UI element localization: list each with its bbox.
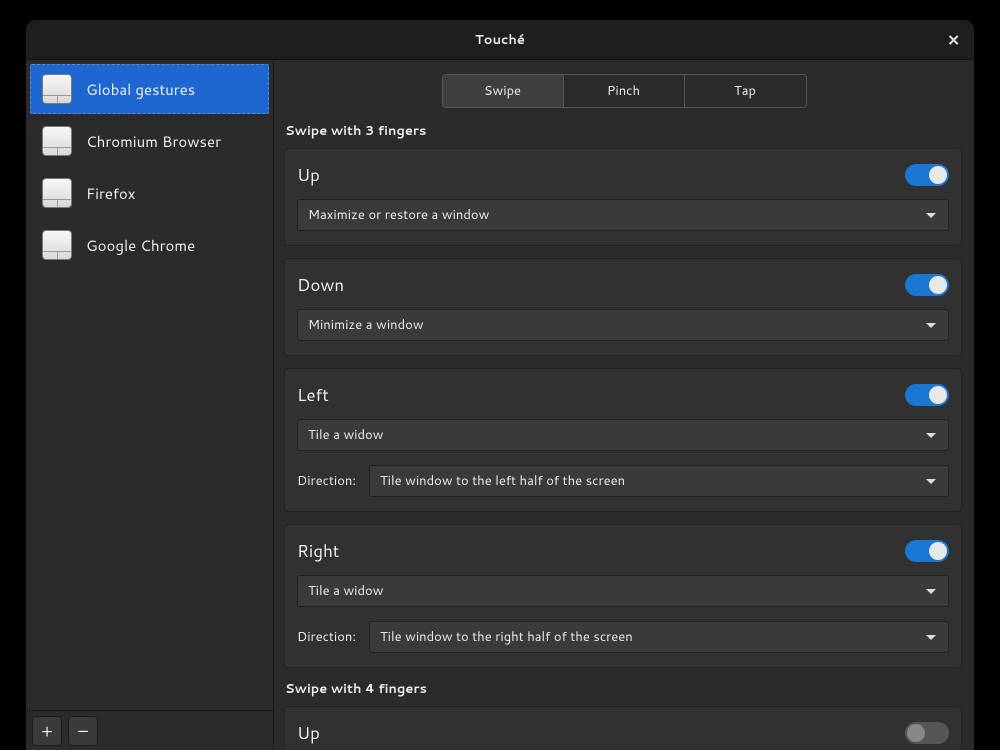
titlebar: Touché ✕ xyxy=(26,20,974,60)
gesture-name: Up xyxy=(297,721,320,745)
action-dropdown[interactable]: Minimize a window xyxy=(297,309,949,341)
gesture-name: Up xyxy=(297,163,320,187)
tabs-row: Swipe Pinch Tap xyxy=(274,60,974,116)
enable-switch[interactable] xyxy=(905,274,949,296)
gesture-panel-left-3f: Left Tile a widow Direction: Tile window… xyxy=(284,368,962,512)
scroll-area[interactable]: Swipe with 3 fingers Up Maximize or rest… xyxy=(274,116,974,750)
gesture-name: Left xyxy=(297,383,329,407)
sidebar-item-label: Firefox xyxy=(86,183,135,204)
enable-switch[interactable] xyxy=(905,722,949,744)
sidebar-item-firefox[interactable]: Firefox xyxy=(30,168,269,218)
section-title-4f: Swipe with 4 fingers xyxy=(285,680,962,698)
switch-knob xyxy=(929,542,947,560)
enable-switch[interactable] xyxy=(905,540,949,562)
section-title-3f: Swipe with 3 fingers xyxy=(285,122,962,140)
enable-switch[interactable] xyxy=(905,384,949,406)
sidebar-item-chromium[interactable]: Chromium Browser xyxy=(30,116,269,166)
switch-knob xyxy=(929,276,947,294)
switch-knob xyxy=(907,724,925,742)
gesture-header: Down xyxy=(297,273,949,297)
tab-tap[interactable]: Tap xyxy=(685,75,806,107)
tab-pinch[interactable]: Pinch xyxy=(564,75,685,107)
sidebar-item-chrome[interactable]: Google Chrome xyxy=(30,220,269,270)
tab-label: Tap xyxy=(734,82,756,100)
tab-label: Pinch xyxy=(607,82,640,100)
plus-icon: + xyxy=(41,719,53,743)
action-dropdown[interactable]: Tile a widow xyxy=(297,419,949,451)
trackpad-icon xyxy=(42,74,72,104)
tab-swipe[interactable]: Swipe xyxy=(443,75,564,107)
direction-label: Direction: xyxy=(297,472,355,490)
close-icon[interactable]: ✕ xyxy=(947,29,960,50)
gesture-panel-down-3f: Down Minimize a window xyxy=(284,258,962,356)
dropdown-value: Maximize or restore a window xyxy=(308,206,489,224)
sidebar-list: Global gestures Chromium Browser Firefox… xyxy=(26,60,273,710)
dropdown-value: Tile a widow xyxy=(308,582,383,600)
action-dropdown[interactable]: Maximize or restore a window xyxy=(297,199,949,231)
direction-dropdown[interactable]: Tile window to the right half of the scr… xyxy=(369,621,949,653)
sidebar: Global gestures Chromium Browser Firefox… xyxy=(26,60,274,750)
dropdown-value: Minimize a window xyxy=(308,316,424,334)
gesture-header: Right xyxy=(297,539,949,563)
sidebar-item-global[interactable]: Global gestures xyxy=(30,64,269,114)
remove-button[interactable]: – xyxy=(68,716,98,746)
direction-dropdown[interactable]: Tile window to the left half of the scre… xyxy=(369,465,949,497)
sidebar-item-label: Chromium Browser xyxy=(86,131,221,152)
add-button[interactable]: + xyxy=(32,716,62,746)
window-body: Global gestures Chromium Browser Firefox… xyxy=(26,60,974,750)
tab-label: Swipe xyxy=(484,82,521,100)
minus-icon: – xyxy=(78,719,88,743)
enable-switch[interactable] xyxy=(905,164,949,186)
gesture-name: Down xyxy=(297,273,344,297)
trackpad-icon xyxy=(42,126,72,156)
switch-knob xyxy=(929,166,947,184)
sidebar-item-label: Google Chrome xyxy=(86,235,195,256)
dropdown-value: Tile a widow xyxy=(308,426,383,444)
gesture-header: Left xyxy=(297,383,949,407)
window-title: Touché xyxy=(475,31,525,49)
tab-switcher: Swipe Pinch Tap xyxy=(442,74,807,108)
trackpad-icon xyxy=(42,230,72,260)
gesture-header: Up xyxy=(297,721,949,745)
sidebar-footer: + – xyxy=(26,710,273,750)
direction-row: Direction: Tile window to the left half … xyxy=(297,465,949,497)
sidebar-item-label: Global gestures xyxy=(86,79,195,100)
gesture-panel-up-4f: Up xyxy=(284,706,962,750)
direction-row: Direction: Tile window to the right half… xyxy=(297,621,949,653)
dropdown-value: Tile window to the right half of the scr… xyxy=(380,628,633,646)
gesture-name: Right xyxy=(297,539,339,563)
gesture-header: Up xyxy=(297,163,949,187)
main-panel: Swipe Pinch Tap Swipe with 3 fingers Up xyxy=(274,60,974,750)
gesture-panel-up-3f: Up Maximize or restore a window xyxy=(284,148,962,246)
dropdown-value: Tile window to the left half of the scre… xyxy=(380,472,625,490)
trackpad-icon xyxy=(42,178,72,208)
gesture-panel-right-3f: Right Tile a widow Direction: Tile windo… xyxy=(284,524,962,668)
switch-knob xyxy=(929,386,947,404)
action-dropdown[interactable]: Tile a widow xyxy=(297,575,949,607)
app-window: Touché ✕ Global gestures Chromium Browse… xyxy=(26,20,974,750)
direction-label: Direction: xyxy=(297,628,355,646)
